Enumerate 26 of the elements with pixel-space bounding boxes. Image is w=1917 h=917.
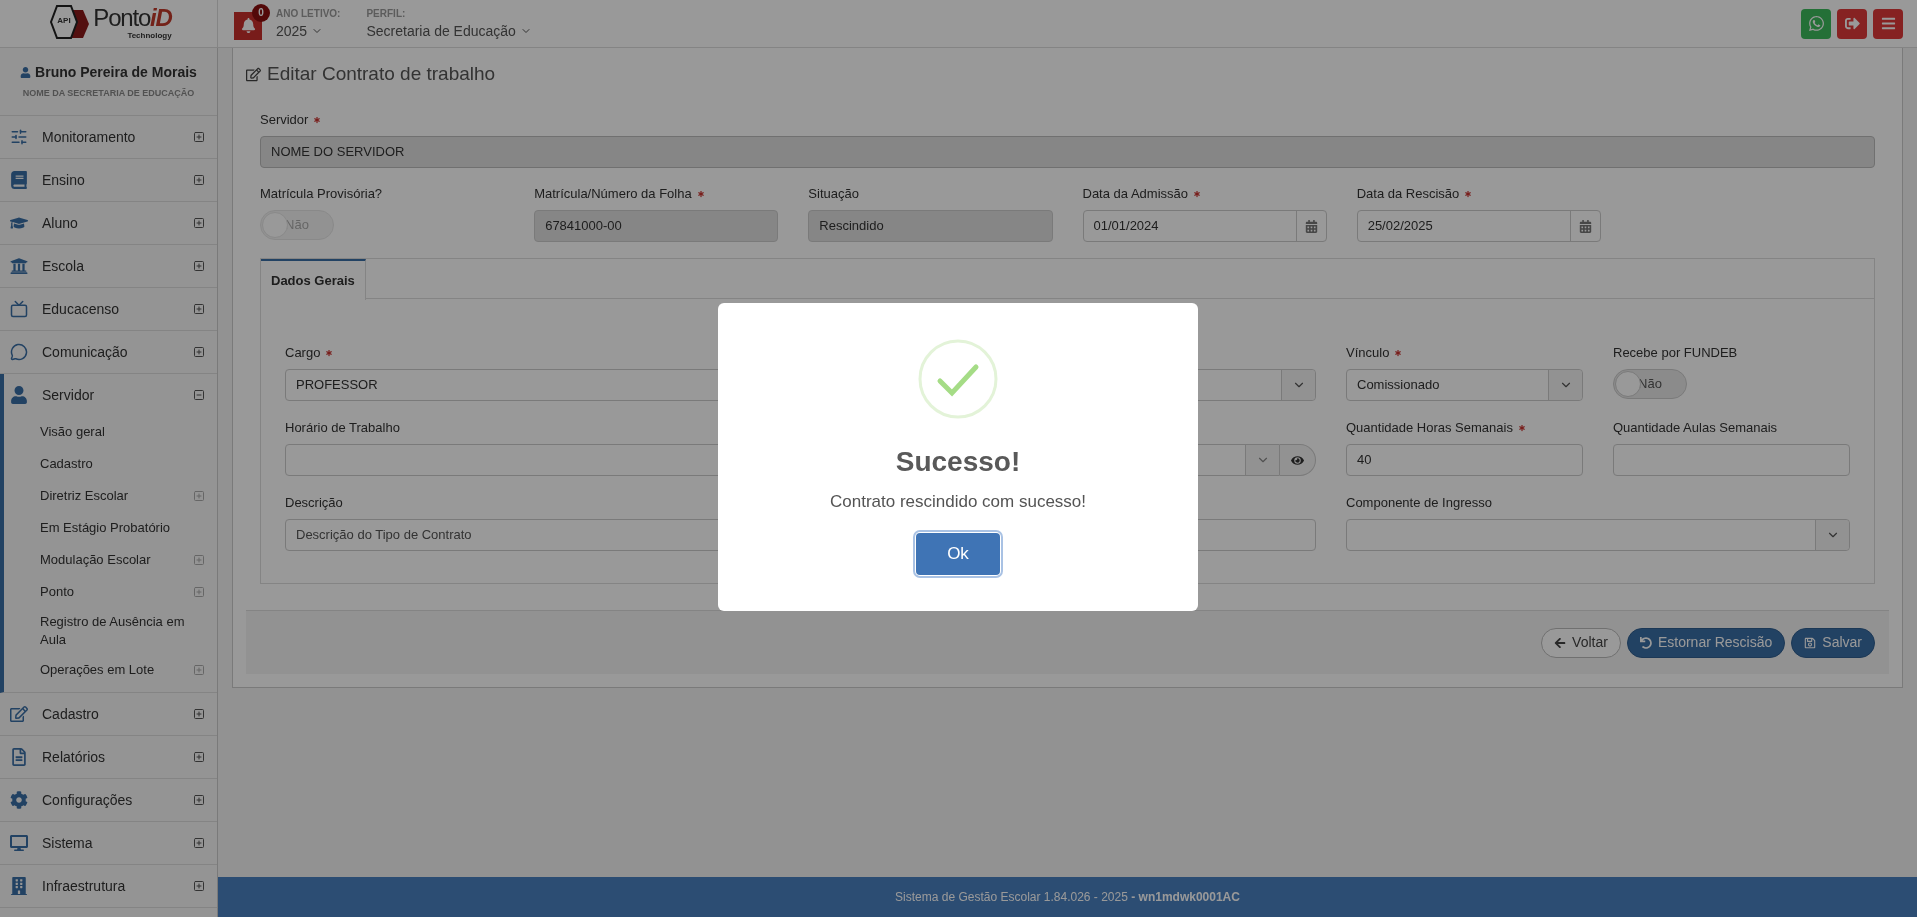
- field-label: Quantidade Aulas Semanais: [1613, 419, 1778, 438]
- field-label: Quantidade Horas Semanais: [1346, 419, 1513, 438]
- user-name: Bruno Pereira de Morais: [35, 63, 197, 83]
- logo-tagline: Technology: [127, 29, 172, 42]
- field-label: Cargo: [285, 344, 321, 363]
- field-label: Matrícula Provisória?: [260, 185, 383, 204]
- field-label: Matrícula/Número da Folha: [534, 185, 692, 204]
- field-label: Data da Admissão: [1082, 185, 1188, 204]
- field-label: Servidor: [260, 111, 309, 130]
- field-label: Situação: [808, 185, 859, 204]
- field-label: Descrição: [285, 494, 343, 513]
- footer-text: Sistema de Gestão Escolar 1.84.026 - 2025 - wn1mdwk0001AC: [895, 889, 1240, 906]
- field-label: Recebe por FUNDEB: [1613, 344, 1738, 363]
- field-label: ANO LETIVO:: [276, 6, 341, 21]
- field-label: Horário de Trabalho: [285, 419, 400, 438]
- dialog-title: Sucesso!: [895, 445, 1021, 479]
- field-label: Componente de Ingresso: [1346, 494, 1492, 513]
- field-label: Vínculo: [1346, 344, 1390, 363]
- page-title: Editar Contrato de trabalho: [267, 61, 496, 86]
- logo-badge-text: API: [57, 16, 71, 25]
- field-label: Data da Rescisão: [1356, 185, 1460, 204]
- field-label: PERFIL:: [366, 6, 407, 21]
- notification-badge: 0: [252, 3, 270, 22]
- organization-name: NOME DA SECRETARIA DE EDUCAÇÃO: [22, 87, 195, 101]
- dialog-message: Contrato rescindido com sucesso!: [829, 491, 1087, 513]
- logo-wordmark: PontoiD: [93, 5, 172, 30]
